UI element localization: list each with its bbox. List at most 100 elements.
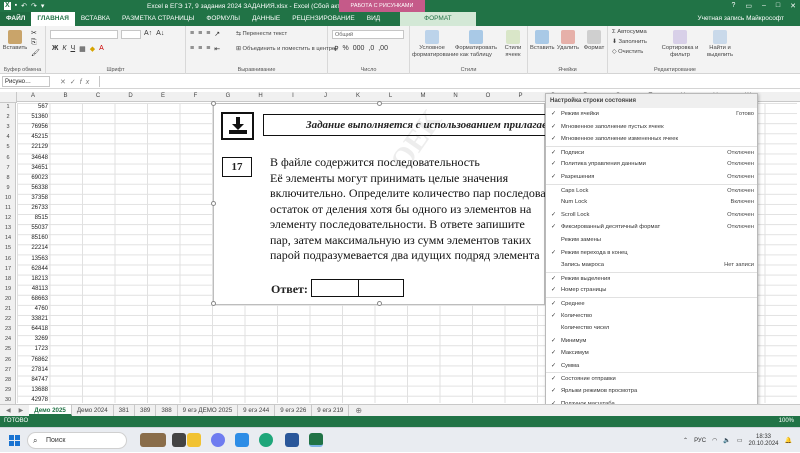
name-box[interactable]: Рисуно…: [2, 76, 50, 87]
row-header-cell[interactable]: 23: [0, 326, 16, 332]
align-top-icon[interactable]: ≡: [190, 30, 194, 38]
notifications-icon[interactable]: 🔔: [785, 437, 792, 444]
cell-value[interactable]: 13688: [31, 387, 48, 393]
menu-item[interactable]: Режим замены: [546, 234, 757, 247]
column-header-cell[interactable]: B: [50, 93, 82, 99]
column-header-cell[interactable]: G: [212, 93, 244, 99]
bold-icon[interactable]: Ж: [52, 45, 58, 53]
cell-value[interactable]: 64418: [31, 326, 48, 332]
sheet-tab[interactable]: Демо 2024: [72, 405, 114, 416]
tab-view[interactable]: ВИД: [361, 12, 386, 26]
row-header-cell[interactable]: 19: [0, 286, 16, 292]
menu-item[interactable]: ✓ Режим выделения: [546, 271, 757, 285]
resize-handle[interactable]: [377, 101, 382, 106]
battery-icon[interactable]: ▭: [737, 437, 743, 444]
menu-item[interactable]: ✓ Мгновенное заполнение пустых ячеек: [546, 121, 757, 134]
font-size-box[interactable]: [121, 30, 141, 39]
autosum-button[interactable]: Σ Автосумма: [612, 29, 647, 36]
column-header-cell[interactable]: I: [277, 93, 309, 99]
column-header-cell[interactable]: D: [115, 93, 147, 99]
align-left-icon[interactable]: ≡: [190, 45, 194, 53]
row-header-cell[interactable]: 4: [0, 134, 16, 140]
menu-item[interactable]: ✓ Среднее: [546, 296, 757, 310]
format-cells-button[interactable]: Формат: [582, 30, 606, 52]
resize-handle[interactable]: [211, 301, 216, 306]
decimal-decrease-icon[interactable]: ,00: [378, 45, 388, 53]
next-sheet-icon[interactable]: ▶: [19, 407, 24, 414]
resize-handle[interactable]: [211, 101, 216, 106]
column-header-cell[interactable]: J: [310, 93, 342, 99]
orientation-icon[interactable]: ↗: [214, 30, 220, 38]
task-picture[interactable]: ОЕК Задание выполняется с использованием…: [211, 101, 560, 306]
formula-input[interactable]: [99, 76, 800, 87]
align-bottom-icon[interactable]: ≡: [206, 30, 210, 38]
number-format-box[interactable]: Общий: [332, 30, 404, 39]
row-header-cell[interactable]: 28: [0, 377, 16, 383]
cell-value[interactable]: 56338: [31, 185, 48, 191]
find-select-button[interactable]: Найти и выделить: [702, 30, 738, 59]
language-indicator[interactable]: РУС: [694, 438, 706, 444]
tab-formulas[interactable]: ФОРМУЛЫ: [200, 12, 246, 26]
cell-value[interactable]: 4760: [35, 306, 48, 312]
cell-value[interactable]: 3269: [35, 336, 48, 342]
row-header-cell[interactable]: 30: [0, 397, 16, 403]
store-icon[interactable]: [235, 433, 249, 447]
tab-format[interactable]: ФОРМАТ: [400, 12, 476, 26]
tab-page-layout[interactable]: РАЗМЕТКА СТРАНИЦЫ: [116, 12, 200, 26]
merge-center-button[interactable]: ⊞ Объединить и поместить в центре: [236, 46, 335, 53]
cell-value[interactable]: 8515: [35, 215, 48, 221]
column-header-cell[interactable]: A: [17, 93, 49, 99]
align-center-icon[interactable]: ≡: [198, 45, 202, 53]
cell-value[interactable]: 42978: [31, 397, 48, 403]
tab-insert[interactable]: ВСТАВКА: [75, 12, 116, 26]
sheet-tab[interactable]: 389: [135, 405, 157, 416]
copilot-icon[interactable]: [211, 433, 225, 447]
cell-value[interactable]: 22214: [31, 245, 48, 251]
borders-icon[interactable]: ▦: [79, 45, 86, 53]
tab-data[interactable]: ДАННЫЕ: [246, 12, 286, 26]
cell-value[interactable]: 34648: [31, 155, 48, 161]
taskbar-clock[interactable]: 18:33 20.10.2024: [748, 434, 778, 448]
column-header-cell[interactable]: F: [180, 93, 212, 99]
cell-value[interactable]: 13563: [31, 256, 48, 262]
taskbar-search[interactable]: ⌕ Поиск: [27, 432, 127, 449]
cell-value[interactable]: 18213: [31, 276, 48, 282]
status-bar[interactable]: ГОТОВО 100%: [0, 416, 800, 427]
resize-handle[interactable]: [211, 201, 216, 206]
cell-value[interactable]: 76862: [31, 357, 48, 363]
row-header-cell[interactable]: 13: [0, 225, 16, 231]
conditional-format-button[interactable]: Условное форматирование: [412, 30, 459, 59]
font-color-icon[interactable]: A: [99, 45, 104, 53]
sort-filter-button[interactable]: Сортировка и фильтр: [660, 30, 700, 59]
fx-icon[interactable]: fx: [80, 79, 93, 86]
row-header-cell[interactable]: 29: [0, 387, 16, 393]
cell-value[interactable]: 85160: [31, 235, 48, 241]
sheet-tab[interactable]: 9 егэ 244: [238, 405, 276, 416]
tab-home[interactable]: ГЛАВНАЯ: [31, 12, 75, 26]
sheet-tab[interactable]: 9 егэ ДЕМО 2025: [178, 405, 239, 416]
minimize-icon[interactable]: –: [762, 2, 766, 10]
menu-item[interactable]: ✓ Ярлыки режимов просмотра: [546, 385, 757, 398]
grow-font-icon[interactable]: A↑: [144, 30, 152, 37]
shrink-font-icon[interactable]: A↓: [156, 30, 164, 37]
menu-item[interactable]: ✓ Количество: [546, 310, 757, 323]
menu-item[interactable]: ✓ Режим ячейки Готово: [546, 108, 757, 121]
font-name-box[interactable]: [50, 30, 118, 39]
sheet-tab[interactable]: 388: [156, 405, 178, 416]
format-table-button[interactable]: Форматировать как таблицу: [454, 30, 498, 59]
menu-item[interactable]: Num Lock Включен: [546, 196, 757, 209]
indent-icon[interactable]: ⇤: [214, 45, 220, 53]
sheet-tab[interactable]: Демо 2025: [29, 405, 72, 416]
row-header-cell[interactable]: 15: [0, 245, 16, 251]
align-middle-icon[interactable]: ≡: [198, 30, 202, 38]
column-header-cell[interactable]: K: [342, 93, 374, 99]
menu-item[interactable]: ✓ Сумма: [546, 360, 757, 373]
row-header-cell[interactable]: 9: [0, 185, 16, 191]
row-header-cell[interactable]: 21: [0, 306, 16, 312]
align-right-icon[interactable]: ≡: [206, 45, 210, 53]
menu-item[interactable]: ✓ Состояние отправки: [546, 372, 757, 385]
cell-value[interactable]: 37358: [31, 195, 48, 201]
row-header-cell[interactable]: 10: [0, 195, 16, 201]
column-header-cell[interactable]: P: [505, 93, 537, 99]
row-header-cell[interactable]: 17: [0, 266, 16, 272]
